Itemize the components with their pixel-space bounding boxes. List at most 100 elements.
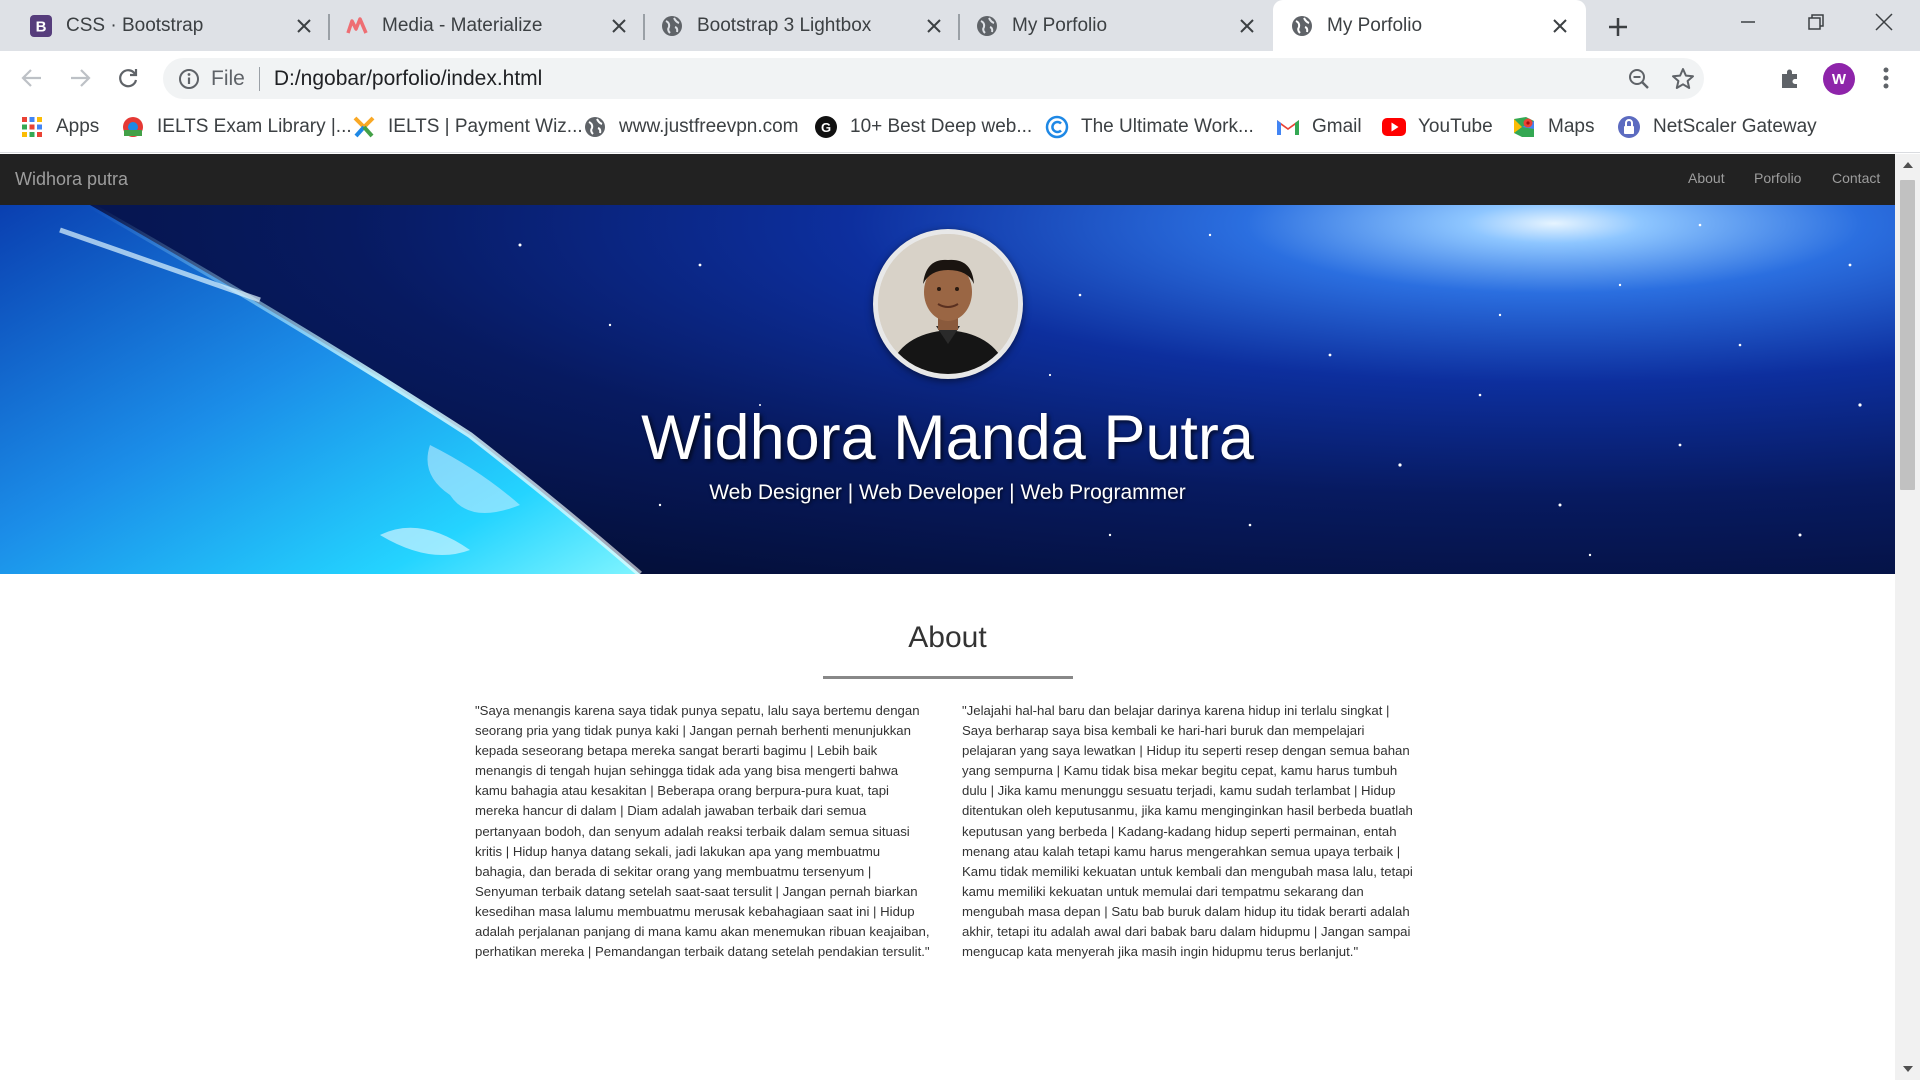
tab-css-bootstrap[interactable]: B CSS · Bootstrap xyxy=(0,0,330,51)
nav-link-about[interactable]: About xyxy=(1688,170,1725,186)
globe-icon xyxy=(976,15,998,37)
window-close-icon xyxy=(1875,13,1893,31)
tab-my-porfolio-active[interactable]: My Porfolio xyxy=(1273,0,1586,51)
svg-text:G: G xyxy=(821,120,831,135)
scroll-down-button[interactable] xyxy=(1895,1058,1920,1080)
materialize-icon xyxy=(346,15,368,37)
scroll-up-button[interactable] xyxy=(1895,154,1920,176)
bookmarks-bar: Apps IELTS Exam Library |... IELTS | Pay… xyxy=(0,105,1920,153)
bookmark-label: The Ultimate Work... xyxy=(1081,116,1254,137)
kebab-menu-icon xyxy=(1883,67,1889,89)
tab-strip: B CSS · Bootstrap Media - Materialize Bo… xyxy=(0,0,1920,51)
menu-button[interactable] xyxy=(1868,60,1904,96)
about-heading: About xyxy=(908,621,987,654)
forward-button[interactable] xyxy=(62,60,98,96)
bookmark-maps[interactable]: Maps xyxy=(1512,105,1594,149)
close-icon[interactable] xyxy=(1550,16,1570,36)
bookmark-ielts-exam-library[interactable]: IELTS Exam Library |... xyxy=(121,105,352,149)
lock-icon xyxy=(1617,115,1641,139)
page-scrollbar[interactable] xyxy=(1895,154,1920,1080)
ielts-icon xyxy=(121,115,145,139)
caret-up-icon xyxy=(1902,162,1913,168)
divider xyxy=(258,66,260,91)
bookmark-label: IELTS Exam Library |... xyxy=(157,116,352,137)
youtube-icon xyxy=(1382,115,1406,139)
tab-title: My Porfolio xyxy=(1012,14,1108,36)
arrow-right-icon xyxy=(71,69,91,87)
bookmark-label: YouTube xyxy=(1418,116,1493,137)
puzzle-icon xyxy=(1782,69,1797,88)
nav-link-porfolio[interactable]: Porfolio xyxy=(1754,170,1801,186)
url-scheme: File xyxy=(211,66,245,90)
tab-my-porfolio[interactable]: My Porfolio xyxy=(960,0,1273,51)
plus-icon xyxy=(1609,18,1627,36)
profile-avatar[interactable]: W xyxy=(1823,63,1855,95)
info-icon[interactable] xyxy=(177,67,201,91)
window-close-button[interactable] xyxy=(1850,0,1918,44)
bookmark-label: IELTS | Payment Wiz... xyxy=(388,116,583,137)
bookmark-label: NetScaler Gateway xyxy=(1653,116,1817,137)
bookmark-gmail[interactable]: Gmail xyxy=(1276,105,1362,149)
apps-grid-icon xyxy=(20,115,44,139)
c-circle-icon xyxy=(1045,115,1069,139)
tab-title: My Porfolio xyxy=(1327,14,1423,36)
close-icon[interactable] xyxy=(924,16,944,36)
new-tab-button[interactable] xyxy=(1602,11,1634,43)
minimize-button[interactable] xyxy=(1714,0,1782,44)
bookmark-youtube[interactable]: YouTube xyxy=(1382,105,1493,149)
tab-media-materialize[interactable]: Media - Materialize xyxy=(330,0,645,51)
bookmark-netscaler[interactable]: NetScaler Gateway xyxy=(1617,105,1817,149)
url-text[interactable]: D:/ngobar/porfolio/index.html xyxy=(274,67,542,91)
caret-down-icon xyxy=(1902,1066,1913,1072)
globe-icon xyxy=(661,15,683,37)
close-icon[interactable] xyxy=(1237,16,1257,36)
tab-title: Media - Materialize xyxy=(382,14,543,36)
about-quotes-right: "Jelajahi hal-hal baru dan belajar darin… xyxy=(962,703,1413,960)
bookmark-ielts-payment[interactable]: IELTS | Payment Wiz... xyxy=(352,105,583,149)
hero-subtitle: Web Designer | Web Developer | Web Progr… xyxy=(709,481,1186,504)
browser-toolbar: File D:/ngobar/porfolio/index.html W xyxy=(0,51,1920,105)
bookmark-deep-web[interactable]: G 10+ Best Deep web... xyxy=(814,105,1032,149)
g-circle-icon: G xyxy=(814,115,838,139)
scrollbar-thumb[interactable] xyxy=(1900,180,1915,490)
profile-photo xyxy=(873,229,1023,379)
bookmark-justfreevpn[interactable]: www.justfreevpn.com xyxy=(583,105,799,149)
tab-title: CSS · Bootstrap xyxy=(66,14,204,36)
site-brand[interactable]: Widhora putra xyxy=(15,169,128,190)
hero-name: Widhora Manda Putra xyxy=(641,403,1254,473)
gmail-icon xyxy=(1276,115,1300,139)
reload-icon xyxy=(119,69,138,88)
about-quotes-left: "Saya menangis karena saya tidak punya s… xyxy=(475,703,930,960)
bootstrap-icon: B xyxy=(30,14,52,37)
bookmark-label: www.justfreevpn.com xyxy=(619,116,799,137)
about-divider xyxy=(823,676,1073,679)
globe-icon xyxy=(583,115,607,139)
svg-text:B: B xyxy=(36,18,47,35)
payment-icon xyxy=(352,115,376,139)
bookmark-label: Gmail xyxy=(1312,116,1362,137)
close-icon[interactable] xyxy=(294,16,314,36)
tab-bootstrap-lightbox[interactable]: Bootstrap 3 Lightbox xyxy=(645,0,960,51)
restore-button[interactable] xyxy=(1782,0,1850,44)
bookmark-apps[interactable]: Apps xyxy=(20,105,99,149)
reload-button[interactable] xyxy=(110,60,146,96)
site-navbar: Widhora putra About Porfolio Contact xyxy=(0,154,1895,205)
page-viewport: Widhora putra About Porfolio Contact Wid… xyxy=(0,154,1920,1080)
bookmark-label: 10+ Best Deep web... xyxy=(850,116,1033,137)
nav-link-contact[interactable]: Contact xyxy=(1832,170,1880,186)
star-icon[interactable] xyxy=(1666,62,1700,96)
tab-title: Bootstrap 3 Lightbox xyxy=(697,14,872,36)
extensions-button[interactable] xyxy=(1772,60,1808,96)
minimize-icon xyxy=(1741,21,1755,23)
hero-banner: Widhora Manda Putra Web Designer | Web D… xyxy=(0,205,1895,574)
maps-icon xyxy=(1512,115,1536,139)
back-button[interactable] xyxy=(14,60,50,96)
zoom-icon[interactable] xyxy=(1622,62,1656,96)
globe-icon xyxy=(1291,15,1313,37)
bookmark-label: Maps xyxy=(1548,116,1595,137)
arrow-left-icon xyxy=(21,69,41,87)
address-bar[interactable]: File D:/ngobar/porfolio/index.html xyxy=(163,58,1704,99)
bookmark-ultimate-work[interactable]: The Ultimate Work... xyxy=(1045,105,1254,149)
restore-icon xyxy=(1808,14,1824,30)
close-icon[interactable] xyxy=(609,16,629,36)
